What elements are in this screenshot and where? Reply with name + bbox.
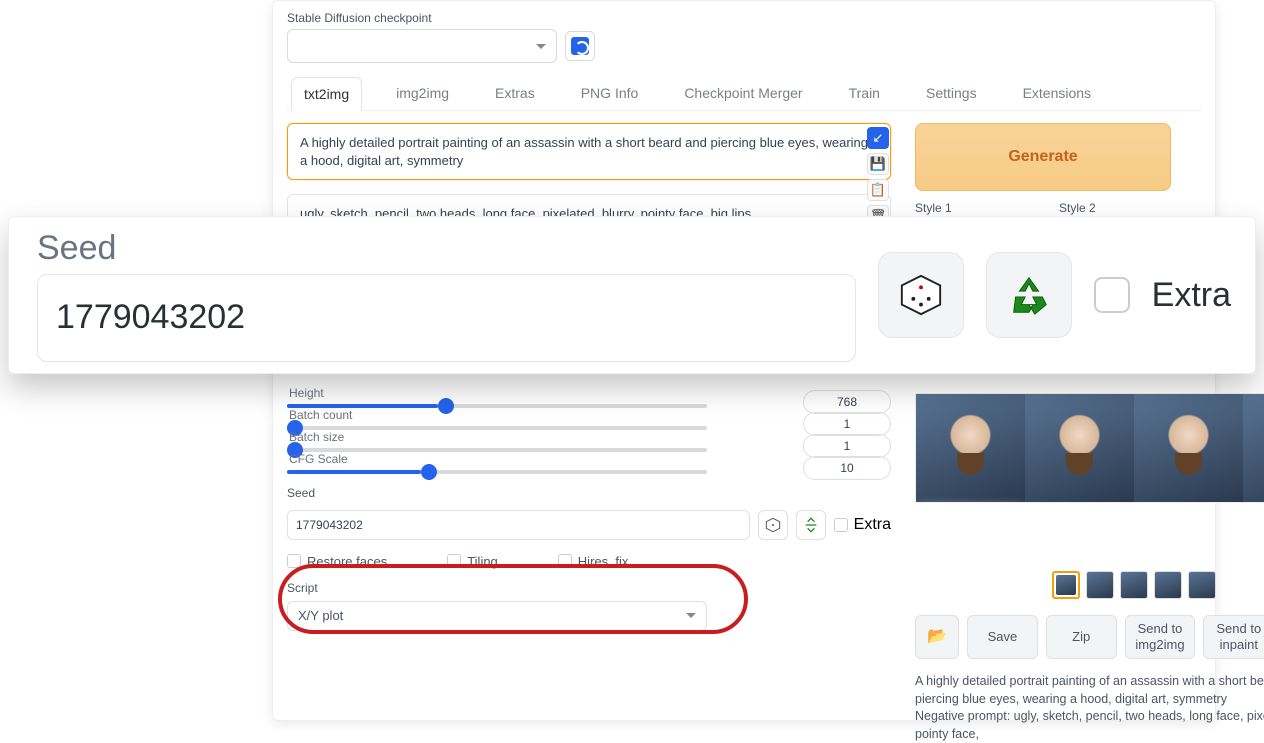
generate-button[interactable]: Generate	[915, 123, 1171, 191]
output-info: A highly detailed portrait painting of a…	[915, 673, 1264, 743]
refresh-checkpoint-button[interactable]	[565, 31, 595, 61]
result-image[interactable]	[915, 393, 1264, 503]
thumb-1[interactable]	[1086, 571, 1114, 599]
clipboard-icon[interactable]: 📋	[867, 179, 889, 201]
tab-extensions[interactable]: Extensions	[1011, 77, 1103, 110]
save-button[interactable]: Save	[967, 615, 1038, 659]
tab-train[interactable]: Train	[837, 77, 892, 110]
dice-icon	[898, 272, 944, 318]
overlay-extra-checkbox[interactable]	[1094, 277, 1130, 313]
batch-count-slider[interactable]	[287, 426, 707, 430]
batch-size-value[interactable]: 1	[803, 434, 891, 458]
thumb-4[interactable]	[1188, 571, 1216, 599]
recycle-icon	[1006, 272, 1052, 318]
batch-size-slider[interactable]	[287, 448, 707, 452]
script-select[interactable]: X/Y plot	[287, 601, 707, 631]
thumb-grid[interactable]	[1052, 571, 1080, 599]
seed-extra-check[interactable]: Extra	[834, 516, 891, 534]
chevron-down-icon	[686, 613, 696, 618]
send-to-img2img-button[interactable]: Send to img2img	[1125, 615, 1196, 659]
recycle-icon	[803, 517, 819, 533]
restore-faces-check[interactable]: Restore faces	[287, 554, 387, 569]
chevron-down-icon	[536, 44, 546, 49]
main-tabs: txt2img img2img Extras PNG Info Checkpoi…	[287, 77, 1201, 111]
overlay-seed-label: Seed	[37, 229, 856, 268]
seed-label: Seed	[287, 486, 891, 500]
save-preset-icon[interactable]: 💾	[867, 153, 889, 175]
style2-label: Style 2	[1059, 201, 1193, 215]
batch-count-value[interactable]: 1	[803, 412, 891, 436]
thumb-2[interactable]	[1120, 571, 1148, 599]
overlay-extra-label: Extra	[1152, 276, 1231, 315]
tab-extras[interactable]: Extras	[483, 77, 547, 110]
open-folder-button[interactable]: 📂	[915, 615, 959, 659]
send-to-inpaint-button[interactable]: Send to inpaint	[1203, 615, 1264, 659]
overlay-seed-input[interactable]: 1779043202	[37, 274, 856, 362]
checkpoint-select[interactable]	[287, 29, 557, 63]
seed-random-button[interactable]	[758, 510, 788, 540]
seed-reuse-button[interactable]	[796, 510, 826, 540]
tab-settings[interactable]: Settings	[914, 77, 989, 110]
tab-pnginfo[interactable]: PNG Info	[569, 77, 651, 110]
zip-button[interactable]: Zip	[1046, 615, 1117, 659]
thumb-3[interactable]	[1154, 571, 1182, 599]
seed-input[interactable]: 1779043202	[287, 510, 750, 540]
hires-fix-check[interactable]: Hires. fix	[558, 554, 629, 569]
cfg-value[interactable]: 10	[803, 456, 891, 480]
style1-label: Style 1	[915, 201, 1049, 215]
arrow-tool-icon[interactable]: ↙	[867, 127, 889, 149]
seed-extra-label: Extra	[854, 516, 891, 534]
cfg-label: CFG Scale	[289, 452, 348, 466]
refresh-icon	[571, 37, 589, 55]
tab-img2img[interactable]: img2img	[384, 77, 461, 110]
height-value[interactable]: 768	[803, 390, 891, 414]
thumbnail-row	[915, 571, 1264, 599]
dice-icon	[765, 517, 781, 533]
progress-area	[915, 509, 1025, 557]
overlay-seed-random-button[interactable]	[878, 252, 964, 338]
seed-callout-overlay: Seed 1779043202 Extra	[8, 216, 1256, 374]
prompt-input[interactable]: A highly detailed portrait painting of a…	[287, 123, 891, 180]
cfg-slider[interactable]	[287, 470, 707, 474]
checkpoint-label: Stable Diffusion checkpoint	[287, 11, 1201, 25]
batch-count-label: Batch count	[289, 408, 352, 422]
tab-txt2img[interactable]: txt2img	[291, 77, 362, 111]
overlay-seed-reuse-button[interactable]	[986, 252, 1072, 338]
tab-checkpoint-merger[interactable]: Checkpoint Merger	[672, 77, 814, 110]
tiling-check[interactable]: Tiling	[447, 554, 498, 569]
height-label: Height	[289, 386, 324, 400]
script-label: Script	[287, 581, 891, 595]
